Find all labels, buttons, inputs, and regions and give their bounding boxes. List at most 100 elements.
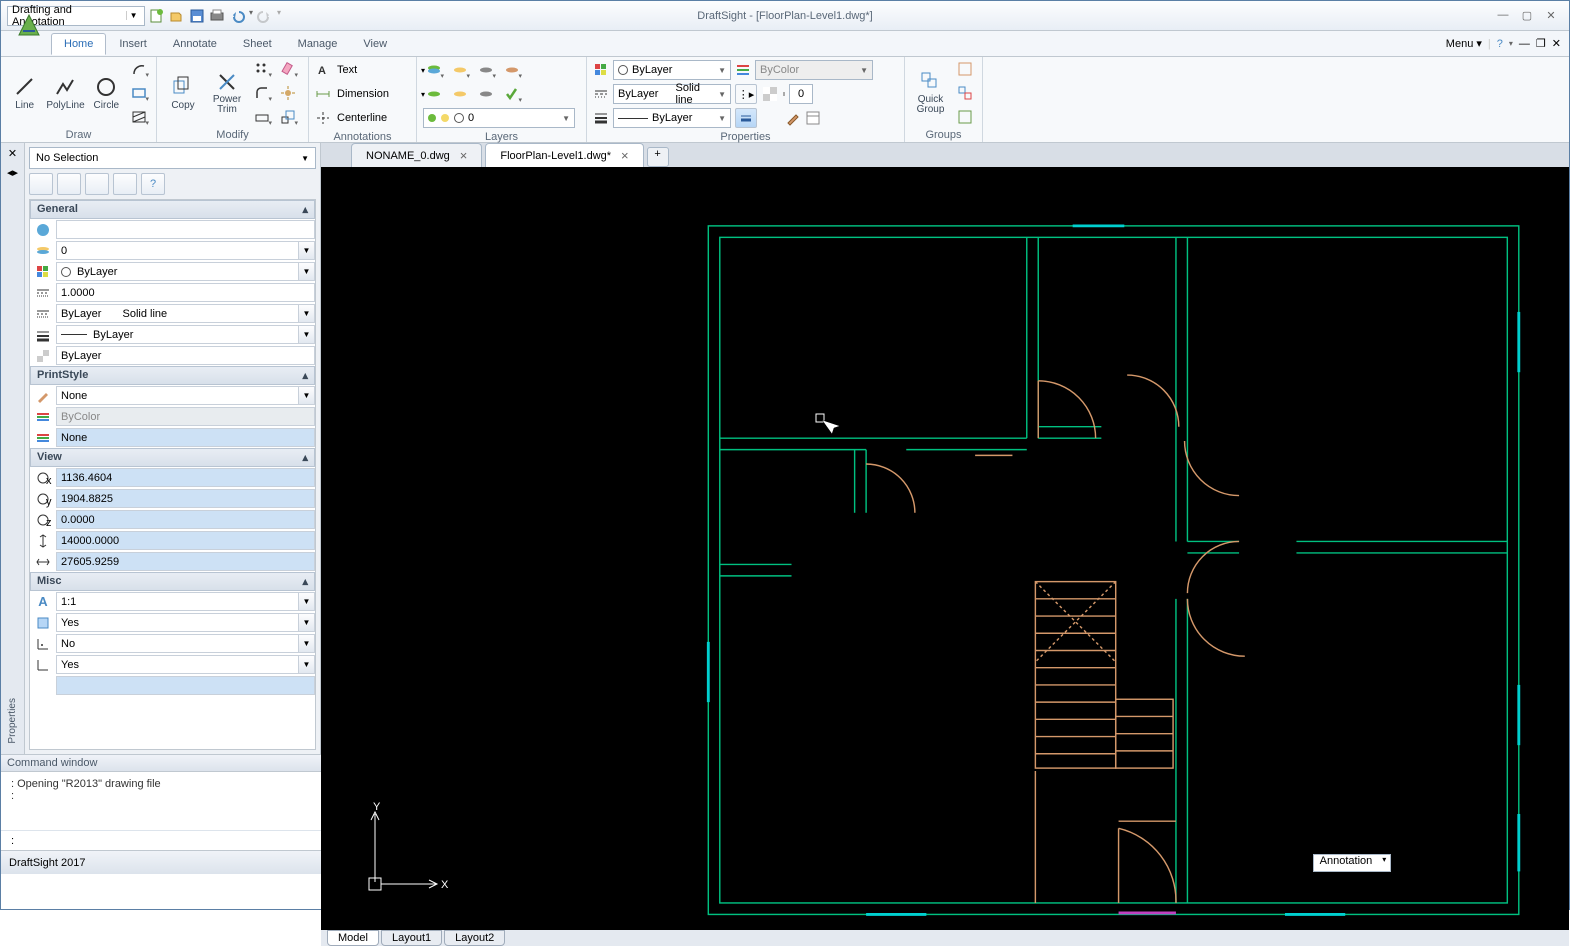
group-edit-button[interactable] — [954, 59, 976, 79]
view-width-field[interactable]: 27605.9259 — [56, 552, 315, 571]
center-y-field[interactable]: 1904.8825 — [56, 489, 315, 508]
centerline-tool[interactable]: Centerline — [315, 107, 425, 129]
pick-add-button[interactable] — [29, 173, 53, 195]
powertrim-tool[interactable]: Power Trim — [207, 71, 247, 115]
panel-close-button[interactable]: ✕ — [8, 143, 17, 160]
section-general[interactable]: General▴ — [30, 200, 315, 219]
redo-icon[interactable] — [257, 8, 273, 24]
layer-hide-button[interactable] — [475, 84, 497, 104]
printstyle-icon[interactable] — [735, 62, 751, 78]
tab-sheet[interactable]: Sheet — [230, 33, 285, 55]
fillet-tool[interactable] — [251, 83, 273, 103]
printstyle-selector[interactable]: ByColor▼ — [755, 60, 873, 80]
layer-manager-button[interactable] — [423, 60, 445, 80]
hatch-tool[interactable] — [128, 107, 150, 127]
linescale-field[interactable]: 1.0000 — [56, 283, 315, 302]
hyperlink-field[interactable] — [56, 220, 315, 239]
arc-tool[interactable] — [128, 59, 150, 79]
section-printstyle[interactable]: PrintStyle▴ — [30, 366, 315, 385]
print-icon[interactable] — [209, 8, 225, 24]
props-panel-icon[interactable] — [805, 110, 821, 126]
annoscale-field[interactable]: 1:1▼ — [56, 592, 315, 611]
help-button[interactable]: ? — [141, 173, 165, 195]
tab-view[interactable]: View — [350, 33, 400, 55]
printstyle-name-field[interactable]: None▼ — [56, 386, 315, 405]
extra-field[interactable] — [56, 676, 315, 695]
linestyle-selector[interactable]: ByLayer Solid line▼ — [613, 84, 731, 104]
app-close-icon[interactable]: ✕ — [1552, 37, 1561, 50]
ucspervp-field[interactable]: Yes▼ — [56, 655, 315, 674]
close-icon[interactable]: × — [621, 148, 629, 163]
scale-tool[interactable] — [277, 107, 299, 127]
lineweight-settings-button[interactable] — [735, 108, 757, 128]
help-icon[interactable]: ? — [1497, 38, 1503, 50]
dimension-tool[interactable]: Dimension▾ — [315, 83, 425, 105]
transparency-value[interactable] — [789, 84, 813, 104]
rect-tool[interactable] — [128, 83, 150, 103]
circle-tool[interactable]: Circle — [89, 76, 124, 111]
section-view[interactable]: View▴ — [30, 448, 315, 467]
close-button[interactable]: ✕ — [1543, 9, 1559, 23]
quick-select-button[interactable] — [85, 173, 109, 195]
printstyle-table-field[interactable]: None — [56, 428, 315, 447]
doc-tab-floorplan[interactable]: FloorPlan-Level1.dwg*× — [485, 143, 643, 167]
view-height-field[interactable]: 14000.0000 — [56, 531, 315, 550]
annotation-scale-selector[interactable]: Annotation — [1313, 854, 1392, 872]
open-icon[interactable] — [169, 8, 185, 24]
ungroup-button[interactable] — [954, 83, 976, 103]
menu-dropdown[interactable]: Menu ▾ — [1446, 37, 1482, 50]
app-restore-icon[interactable]: ❐ — [1536, 37, 1546, 50]
app-logo-icon[interactable] — [13, 9, 45, 41]
layer-field[interactable]: 0▼ — [56, 241, 315, 260]
toggle-pim-button[interactable] — [113, 173, 137, 195]
selection-filter[interactable]: No Selection▼ — [29, 147, 316, 169]
quickgroup-tool[interactable]: Quick Group — [911, 71, 950, 115]
doc-tab-noname[interactable]: NONAME_0.dwg× — [351, 143, 482, 167]
layer-off-button[interactable] — [475, 60, 497, 80]
tab-annotate[interactable]: Annotate — [160, 33, 230, 55]
new-icon[interactable] — [149, 8, 165, 24]
sheet-tab-layout2[interactable]: Layout2 — [444, 930, 505, 946]
center-x-field[interactable]: 1136.4604 — [56, 468, 315, 487]
explode-tool[interactable] — [277, 83, 299, 103]
line-tool[interactable]: Line — [7, 76, 42, 111]
polyline-tool[interactable]: PolyLine — [46, 76, 84, 111]
lineweight-field[interactable]: ByLayer▼ — [56, 325, 315, 344]
group-manager-button[interactable] — [954, 107, 976, 127]
text-tool[interactable]: AText▾ — [315, 59, 425, 81]
layer-check-button[interactable] — [501, 84, 523, 104]
tab-home[interactable]: Home — [51, 33, 106, 55]
tab-insert[interactable]: Insert — [106, 33, 160, 55]
matchprops-icon[interactable] — [785, 110, 801, 126]
layer-iso-button[interactable] — [423, 84, 445, 104]
linestyle-field[interactable]: ByLayer Solid line▼ — [56, 304, 315, 323]
maximize-button[interactable]: ▢ — [1519, 9, 1535, 23]
pattern-tool[interactable] — [251, 59, 273, 79]
section-misc[interactable]: Misc▴ — [30, 572, 315, 591]
layer-lock-button[interactable] — [449, 84, 471, 104]
layer-current-selector[interactable]: 0 ▼ — [423, 108, 575, 128]
select-objects-button[interactable] — [57, 173, 81, 195]
close-icon[interactable]: × — [460, 148, 468, 163]
color-field[interactable]: ByLayer▼ — [56, 262, 315, 281]
erase-tool[interactable] — [277, 59, 299, 79]
sheet-tab-model[interactable]: Model — [327, 930, 379, 946]
drawing-viewport[interactable]: Y X — [321, 167, 1569, 930]
panel-pin-button[interactable]: ◂▸ — [7, 160, 18, 179]
minimize-button[interactable]: — — [1495, 9, 1511, 23]
layer-states-button[interactable] — [501, 60, 523, 80]
ucsorigin-field[interactable]: No▼ — [56, 634, 315, 653]
lineweight-selector[interactable]: ByLayer▼ — [613, 108, 731, 128]
layer-freeze-button[interactable] — [449, 60, 471, 80]
linestyle-expand-button[interactable]: ⋮▸ — [735, 84, 757, 104]
color-selector[interactable]: ByLayer▼ — [613, 60, 731, 80]
center-z-field[interactable]: 0.0000 — [56, 510, 315, 529]
copy-tool[interactable]: Copy — [163, 76, 203, 111]
ucsicon-field[interactable]: Yes▼ — [56, 613, 315, 632]
transparency-field[interactable]: ByLayer — [56, 346, 315, 365]
save-icon[interactable] — [189, 8, 205, 24]
new-doc-button[interactable]: + — [647, 147, 669, 167]
undo-icon[interactable] — [229, 8, 245, 24]
tab-manage[interactable]: Manage — [285, 33, 351, 55]
sheet-tab-layout1[interactable]: Layout1 — [381, 930, 442, 946]
